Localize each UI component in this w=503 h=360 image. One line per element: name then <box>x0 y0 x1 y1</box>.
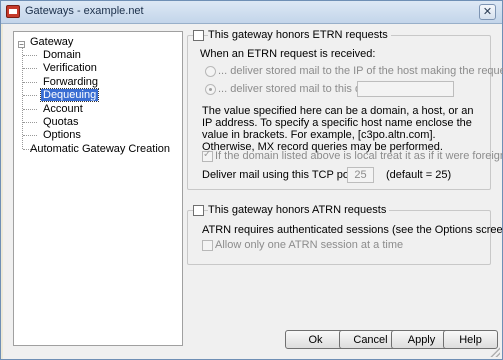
tree-item-forwarding[interactable]: Forwarding <box>41 76 100 89</box>
tree-item-account[interactable]: Account <box>41 103 85 116</box>
title-bar: Gateways - example.net ✕ <box>1 1 502 24</box>
gateways-dialog: Gateways - example.net ✕ − Gateway Domai… <box>0 0 503 360</box>
deliver-domain-input[interactable] <box>357 81 454 97</box>
atrn-help-text: ATRN requires authenticated sessions (se… <box>202 224 503 236</box>
etrn-when-label: When an ETRN request is received: <box>200 48 376 60</box>
ok-button[interactable]: Ok <box>285 330 346 349</box>
tree-item-verification[interactable]: Verification <box>41 62 99 75</box>
tcp-port-input[interactable]: 25 <box>347 167 374 183</box>
collapse-icon[interactable]: − <box>18 41 25 49</box>
app-icon <box>6 5 20 18</box>
etrn-honor-checkbox[interactable] <box>193 30 204 41</box>
single-atrn-session-label: Allow only one ATRN session at a time <box>215 239 404 251</box>
deliver-domain-radio[interactable] <box>205 84 216 95</box>
tree-item-options[interactable]: Options <box>41 129 83 142</box>
deliver-ip-label: ... deliver stored mail to the IP of the… <box>218 65 503 77</box>
treat-local-as-foreign-label: If the domain listed above is local trea… <box>215 150 503 162</box>
resize-grip-icon[interactable] <box>490 347 500 357</box>
atrn-group <box>187 210 491 265</box>
window-title: Gateways - example.net <box>25 5 144 17</box>
etrn-honor-label: This gateway honors ETRN requests <box>208 29 391 41</box>
deliver-ip-radio[interactable] <box>205 66 216 77</box>
dialog-body: − Gateway Domain Verification Forwarding… <box>3 24 503 359</box>
atrn-honor-label: This gateway honors ATRN requests <box>208 204 390 216</box>
single-atrn-session-checkbox[interactable] <box>202 240 213 251</box>
tree-item-gateway[interactable]: Gateway <box>28 36 75 49</box>
etrn-help-text: The value specified here can be a domain… <box>202 105 474 153</box>
close-button[interactable]: ✕ <box>479 4 496 20</box>
tree-item-domain[interactable]: Domain <box>41 49 83 62</box>
tree-item-quotas[interactable]: Quotas <box>41 116 80 129</box>
settings-tree[interactable]: − Gateway Domain Verification Forwarding… <box>13 31 183 346</box>
tree-item-dequeuing[interactable]: Dequeuing <box>39 88 100 102</box>
treat-local-as-foreign-checkbox[interactable] <box>202 149 213 162</box>
atrn-honor-checkbox[interactable] <box>193 205 204 216</box>
tcp-port-label: Deliver mail using this TCP port <box>202 169 356 181</box>
tree-item-automatic-gateway-creation[interactable]: Automatic Gateway Creation <box>28 143 172 156</box>
tcp-port-default-label: (default = 25) <box>386 169 452 181</box>
